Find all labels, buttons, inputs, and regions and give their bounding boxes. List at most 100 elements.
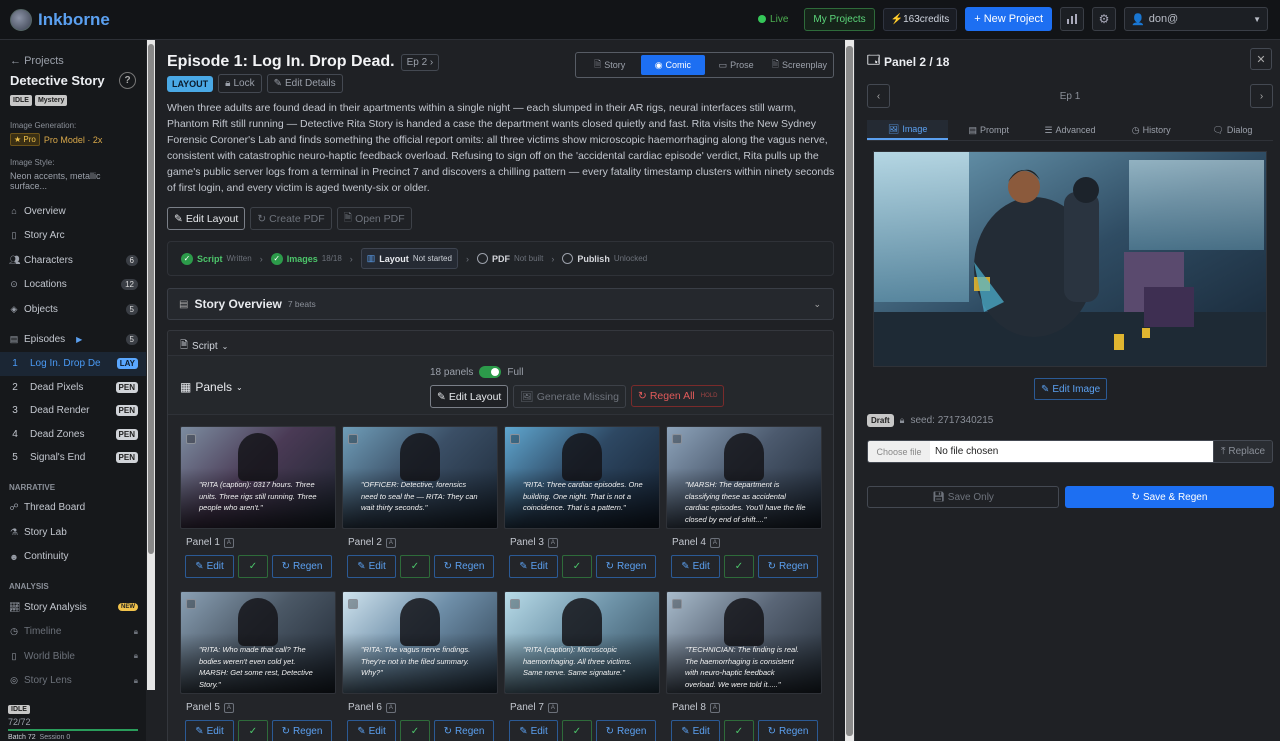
regen-all-button[interactable]: ↻ Regen All HOLD [631, 385, 725, 407]
pipeline-stage-layout[interactable]: ▥ Layout Not started [360, 248, 458, 269]
prev-panel-button[interactable]: ‹ [867, 84, 890, 108]
settings-button[interactable]: ⚙ [1092, 7, 1116, 31]
approve-button[interactable]: ✓ [400, 720, 430, 741]
panel-thumbnail[interactable]: "RITA: Who made that call? The bodies we… [180, 591, 336, 694]
new-project-button[interactable]: + New Project [965, 7, 1052, 31]
episode-item-4[interactable]: 4 Dead Zones PEN [0, 423, 146, 447]
panel-card[interactable]: "RITA: Who made that call? The bodies we… [180, 591, 336, 741]
sidebar-item-story-analysis[interactable]: 📈︎ Story Analysis NEW [0, 595, 146, 620]
select-checkbox[interactable] [186, 434, 196, 444]
panel-edit-button[interactable]: ✎ Edit [185, 555, 234, 578]
panel-regen-button[interactable]: ↻ Regen [434, 720, 494, 741]
select-checkbox[interactable] [672, 599, 682, 609]
pipeline-stage-images[interactable]: ✓ Images 18/18 [270, 252, 342, 265]
stats-button[interactable] [1060, 7, 1084, 31]
pro-model[interactable]: ★ Pro Pro Model · 2x [10, 133, 136, 146]
lock-icon[interactable]: A [547, 537, 558, 548]
tab-advanced[interactable]: ☰ Advanced [1029, 120, 1110, 140]
panel-card[interactable]: "TECHNICIAN: The finding is real. The ha… [666, 591, 822, 741]
sidebar-item-locations[interactable]: ⊙ Locations 12 [0, 273, 146, 298]
edit-layout-button[interactable]: ✎ Edit Layout [167, 207, 246, 230]
panel-edit-button[interactable]: ✎ Edit [185, 720, 234, 741]
panel-regen-button[interactable]: ↻ Regen [758, 555, 818, 578]
panel-regen-button[interactable]: ↻ Regen [758, 720, 818, 741]
panel-regen-button[interactable]: ↻ Regen [272, 555, 332, 578]
full-toggle[interactable] [479, 366, 502, 378]
open-pdf-button[interactable]: 🗎 Open PDF [336, 207, 412, 230]
sidebar-scroll-thumb[interactable] [148, 44, 154, 554]
panel-thumbnail[interactable]: "TECHNICIAN: The finding is real. The ha… [666, 591, 822, 694]
panels-dropdown[interactable]: ▦ Panels ⌄ [180, 380, 243, 394]
panel-regen-button[interactable]: ↻ Regen [272, 720, 332, 741]
save-regen-button[interactable]: ↻ Save & Regen [1065, 486, 1274, 508]
approve-button[interactable]: ✓ [562, 720, 592, 741]
save-only-button[interactable]: 💾︎ Save Only [867, 486, 1059, 508]
panel-thumbnail[interactable]: "RITA (caption): Microscopic haemorrhagi… [504, 591, 660, 694]
panel-thumbnail[interactable]: "OFFICER: Detective, forensics need to s… [342, 426, 498, 529]
panel-edit-button[interactable]: ✎ Edit [509, 720, 558, 741]
user-menu[interactable]: 👤 don@ ▼ [1124, 7, 1268, 31]
episode-item-5[interactable]: 5 Signal's End PEN [0, 446, 146, 470]
sidebar-item-overview[interactable]: ⌂ Overview [0, 199, 146, 224]
credits-badge[interactable]: ⚡163credits [882, 7, 958, 31]
mode-tab-screenplay[interactable]: 🗎 Screenplay [768, 55, 831, 75]
panel-regen-button[interactable]: ↻ Regen [596, 555, 656, 578]
panel-regen-button[interactable]: ↻ Regen [596, 720, 656, 741]
select-checkbox[interactable] [348, 599, 358, 609]
panel-thumbnail[interactable]: "RITA (caption): 0317 hours. Three units… [180, 426, 336, 529]
panel-card[interactable]: "MARSH: The department is classifying th… [666, 426, 822, 581]
select-checkbox[interactable] [672, 434, 682, 444]
approve-button[interactable]: ✓ [562, 555, 592, 578]
panel-card[interactable]: "RITA: Three cardiac episodes. One build… [504, 426, 660, 581]
approve-button[interactable]: ✓ [724, 555, 754, 578]
lock-icon[interactable]: A [223, 702, 234, 713]
sidebar-item-thread-board[interactable]: ☍ Thread Board [0, 496, 146, 521]
lock-icon[interactable]: 🔒︎ [900, 415, 905, 426]
approve-button[interactable]: ✓ [238, 720, 268, 741]
create-pdf-button[interactable]: ↻ Create PDF [250, 207, 332, 230]
panel-card[interactable]: "RITA (caption): 0317 hours. Three units… [180, 426, 336, 581]
select-checkbox[interactable] [510, 599, 520, 609]
lock-icon[interactable]: A [709, 702, 720, 713]
app-logo[interactable]: Inkborne [10, 8, 110, 31]
lock-icon[interactable]: A [385, 537, 396, 548]
panel-edit-button[interactable]: ✎ Edit [347, 720, 396, 741]
sidebar-item-story-lens[interactable]: ◎ Story Lens 🔒︎ [0, 669, 146, 694]
panels-edit-layout-button[interactable]: ✎ Edit Layout [430, 385, 509, 408]
sidebar-scrollbar[interactable] [147, 40, 155, 690]
sidebar-item-characters[interactable]: 👥︎ Characters 6 [0, 248, 146, 273]
lock-icon[interactable]: A [547, 702, 558, 713]
tab-history[interactable]: ◷ History [1111, 120, 1192, 140]
panel-card[interactable]: "OFFICER: Detective, forensics need to s… [342, 426, 498, 581]
approve-button[interactable]: ✓ [238, 555, 268, 578]
select-checkbox[interactable] [186, 599, 196, 609]
next-episode-button[interactable]: Ep 2 › [400, 53, 440, 71]
approve-button[interactable]: ✓ [400, 555, 430, 578]
lock-icon[interactable]: A [223, 537, 234, 548]
pipeline-stage-pdf[interactable]: PDF Not built [476, 253, 543, 264]
mode-tab-story[interactable]: 🗎 Story [578, 55, 641, 75]
mode-tab-prose[interactable]: ▭ Prose [705, 55, 768, 75]
tab-prompt[interactable]: ▤ Prompt [948, 120, 1029, 140]
pipeline-stage-script[interactable]: ✓ Script Written [181, 252, 252, 265]
lock-icon[interactable]: A [385, 702, 396, 713]
sidebar-item-world-bible[interactable]: ▯ World Bible 🔒︎ [0, 644, 146, 669]
sidebar-item-objects[interactable]: ◈ Objects 5 [0, 297, 146, 322]
my-projects-button[interactable]: My Projects [804, 7, 875, 31]
sidebar-item-story-lab[interactable]: ⚗ Story Lab [0, 520, 146, 545]
approve-button[interactable]: ✓ [724, 720, 754, 741]
main-scrollbar[interactable] [845, 40, 854, 741]
script-dropdown[interactable]: 🗎 Script ⌄ [180, 338, 228, 355]
story-overview-header[interactable]: ▤ Story Overview 7 beats ⌄ [167, 288, 834, 320]
replace-button[interactable]: ⤒ Replace [1213, 441, 1272, 462]
lock-icon[interactable]: A [709, 537, 720, 548]
panel-edit-button[interactable]: ✎ Edit [671, 720, 720, 741]
tab-dialog[interactable]: 🗨︎ Dialog [1192, 120, 1273, 140]
lock-button[interactable]: 🔒︎ Lock [218, 74, 262, 93]
edit-details-button[interactable]: ✎ Edit Details [266, 74, 343, 93]
back-to-projects-link[interactable]: ← Projects [0, 40, 146, 67]
next-panel-button[interactable]: › [1250, 84, 1273, 108]
edit-image-button[interactable]: ✎ Edit Image [1034, 378, 1108, 400]
episode-item-3[interactable]: 3 Dead Render PEN [0, 399, 146, 423]
panel-edit-button[interactable]: ✎ Edit [509, 555, 558, 578]
